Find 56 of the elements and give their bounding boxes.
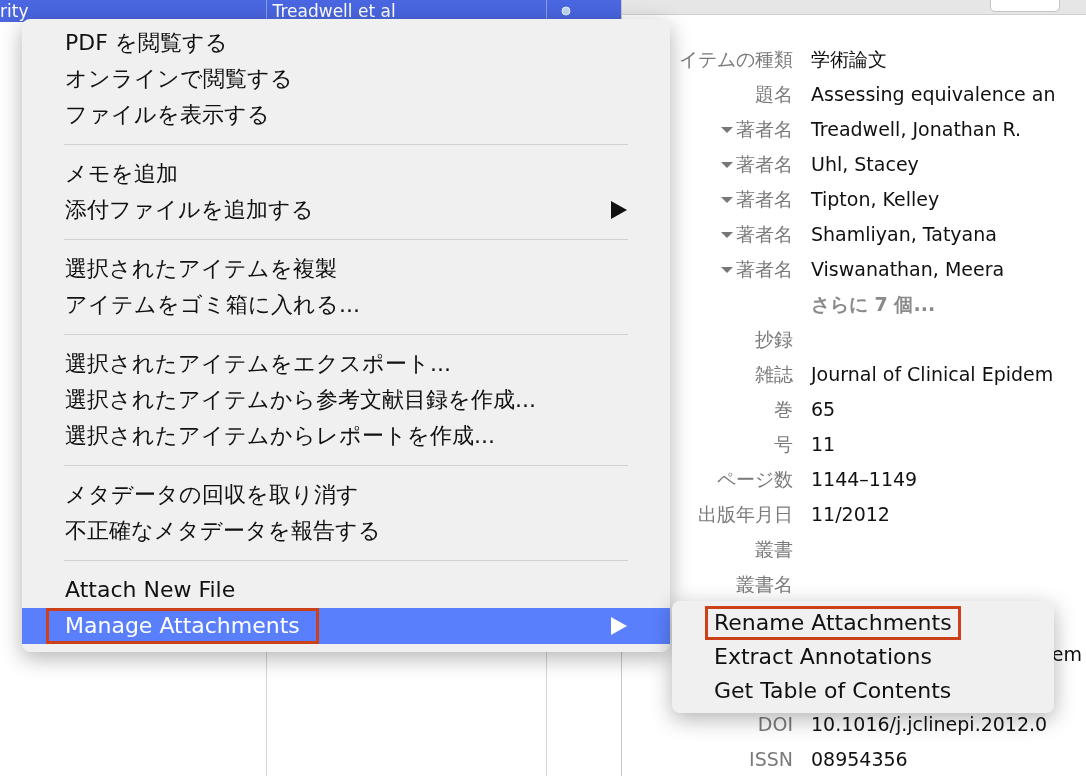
collapse-triangle-icon[interactable] xyxy=(721,125,733,134)
field-label: イテムの種類 xyxy=(679,47,793,73)
menu-item[interactable]: Get Table of Contents xyxy=(672,674,1054,708)
field-value: Shamliyan, Tatyana xyxy=(811,222,997,248)
collapse-triangle-icon[interactable] xyxy=(721,160,733,169)
collapse-triangle-icon[interactable] xyxy=(721,230,733,239)
field-label: 叢書名 xyxy=(736,572,793,598)
field-value: Uhl, Stacey xyxy=(811,152,919,178)
field-label: 叢書 xyxy=(755,537,793,563)
field-label: ISSN xyxy=(749,747,793,773)
field-label: 著者名 xyxy=(736,187,793,213)
menu-item[interactable]: メモを追加 xyxy=(22,156,670,192)
field-value: em xyxy=(1051,642,1082,668)
field-label: 号 xyxy=(774,432,793,458)
menu-item[interactable]: 選択されたアイテムをエクスポート... xyxy=(22,346,670,382)
menu-item[interactable]: Manage Attachments xyxy=(22,608,670,644)
menu-item[interactable]: オンラインで閲覧する xyxy=(22,61,670,97)
selected-list-row[interactable]: rity Treadwell et al xyxy=(0,0,621,22)
field-value: Viswanathan, Meera xyxy=(811,257,1005,283)
field-label: 著者名 xyxy=(736,222,793,248)
field-value: 65 xyxy=(811,397,836,423)
field-label: 著者名 xyxy=(736,117,793,143)
field-value: 1144–1149 xyxy=(811,467,918,493)
menu-item[interactable]: PDF を閲覧する xyxy=(22,25,670,61)
field-label: 雑誌 xyxy=(755,362,793,388)
menu-item[interactable]: 選択されたアイテムから参考文献目録を作成... xyxy=(22,382,670,418)
menu-item[interactable]: アイテムをゴミ箱に入れる... xyxy=(22,287,670,323)
field-value: 08954356 xyxy=(811,747,908,773)
menu-item[interactable]: メタデータの回収を取り消す xyxy=(22,477,670,513)
attachment-dot-icon xyxy=(561,6,572,16)
field-label: DOI xyxy=(757,712,793,738)
field-value: 10.1016/j.jclinepi.2012.0 xyxy=(811,712,1048,738)
field-label: ページ数 xyxy=(717,467,793,493)
field-label: 著者名 xyxy=(736,257,793,283)
menu-item[interactable]: 選択されたアイテムを複製 xyxy=(22,251,670,287)
menu-item[interactable]: Attach New File xyxy=(22,572,670,608)
menu-item[interactable]: 選択されたアイテムからレポートを作成... xyxy=(22,418,670,454)
menu-item[interactable]: Extract Annotations xyxy=(672,640,1054,674)
field-label: 題名 xyxy=(755,82,793,108)
field-label: 巻 xyxy=(774,397,793,423)
collapse-triangle-icon[interactable] xyxy=(721,195,733,204)
field-label: 出版年月日 xyxy=(698,502,793,528)
field-value: Assessing equivalence an xyxy=(811,82,1056,108)
table-cell-text: rity xyxy=(0,0,30,22)
field-value: Tipton, Kelley xyxy=(811,187,940,213)
field-value: Treadwell, Jonathan R. xyxy=(811,117,1022,143)
field-label: 抄録 xyxy=(755,327,793,353)
field-value: 11/2012 xyxy=(811,502,890,528)
menu-item[interactable]: 不正確なメタデータを報告する xyxy=(22,513,670,549)
menu-item[interactable]: 添付ファイルを追加する xyxy=(22,192,670,228)
collapse-triangle-icon[interactable] xyxy=(721,265,733,274)
field-value: 11 xyxy=(811,432,836,458)
field-label: 著者名 xyxy=(736,152,793,178)
field-value: 学術論文 xyxy=(811,47,887,73)
menu-item[interactable]: ファイルを表示する xyxy=(22,97,670,133)
field-value: Journal of Clinical Epidem xyxy=(811,362,1054,388)
